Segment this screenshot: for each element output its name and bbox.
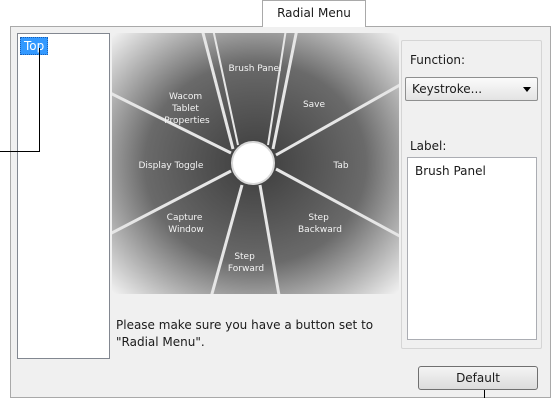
default-button[interactable]: Default [418,366,538,390]
radial-menu-center[interactable] [231,141,275,185]
segment-tab[interactable]: Tab [332,161,349,171]
segment-step-backward-line: Step [308,213,329,223]
tab-radial-menu[interactable]: Radial Menu [262,0,366,27]
segment-capture-window-line: Window [168,225,204,235]
segment-brush-panel[interactable]: Brush Panel [228,64,281,74]
segment-step-forward-line: Step [234,252,255,262]
menu-tree[interactable]: Top [17,33,110,359]
segment-step-forward-line: Forward [228,264,264,274]
segment-wacom-line: Properties [164,116,210,126]
function-select[interactable]: Keystroke... [405,77,538,101]
segment-step-backward-line: Backward [298,225,342,235]
segment-capture-window-line: Capture [167,213,203,223]
function-select-value: Keystroke... [412,82,483,96]
radial-menu-note: Please make sure you have a button set t… [116,318,374,349]
chevron-down-icon [523,87,531,92]
segment-save[interactable]: Save [303,100,326,110]
callout-line [39,48,40,152]
callout-line [0,151,40,152]
label-field[interactable]: Brush Panel [407,157,537,340]
segment-wacom-line: Wacom [169,92,202,102]
segment-display-toggle[interactable]: Display Toggle [139,161,204,171]
label-field-label: Label: [410,139,447,153]
callout-line [484,390,485,398]
segment-wacom-line: Tablet [171,104,199,114]
radial-menu-graphic: Brush Panel Save Tab Step Backward Step … [112,33,399,294]
tree-item-top[interactable]: Top [20,37,49,55]
function-label: Function: [410,53,466,67]
label-field-value: Brush Panel [415,164,486,178]
